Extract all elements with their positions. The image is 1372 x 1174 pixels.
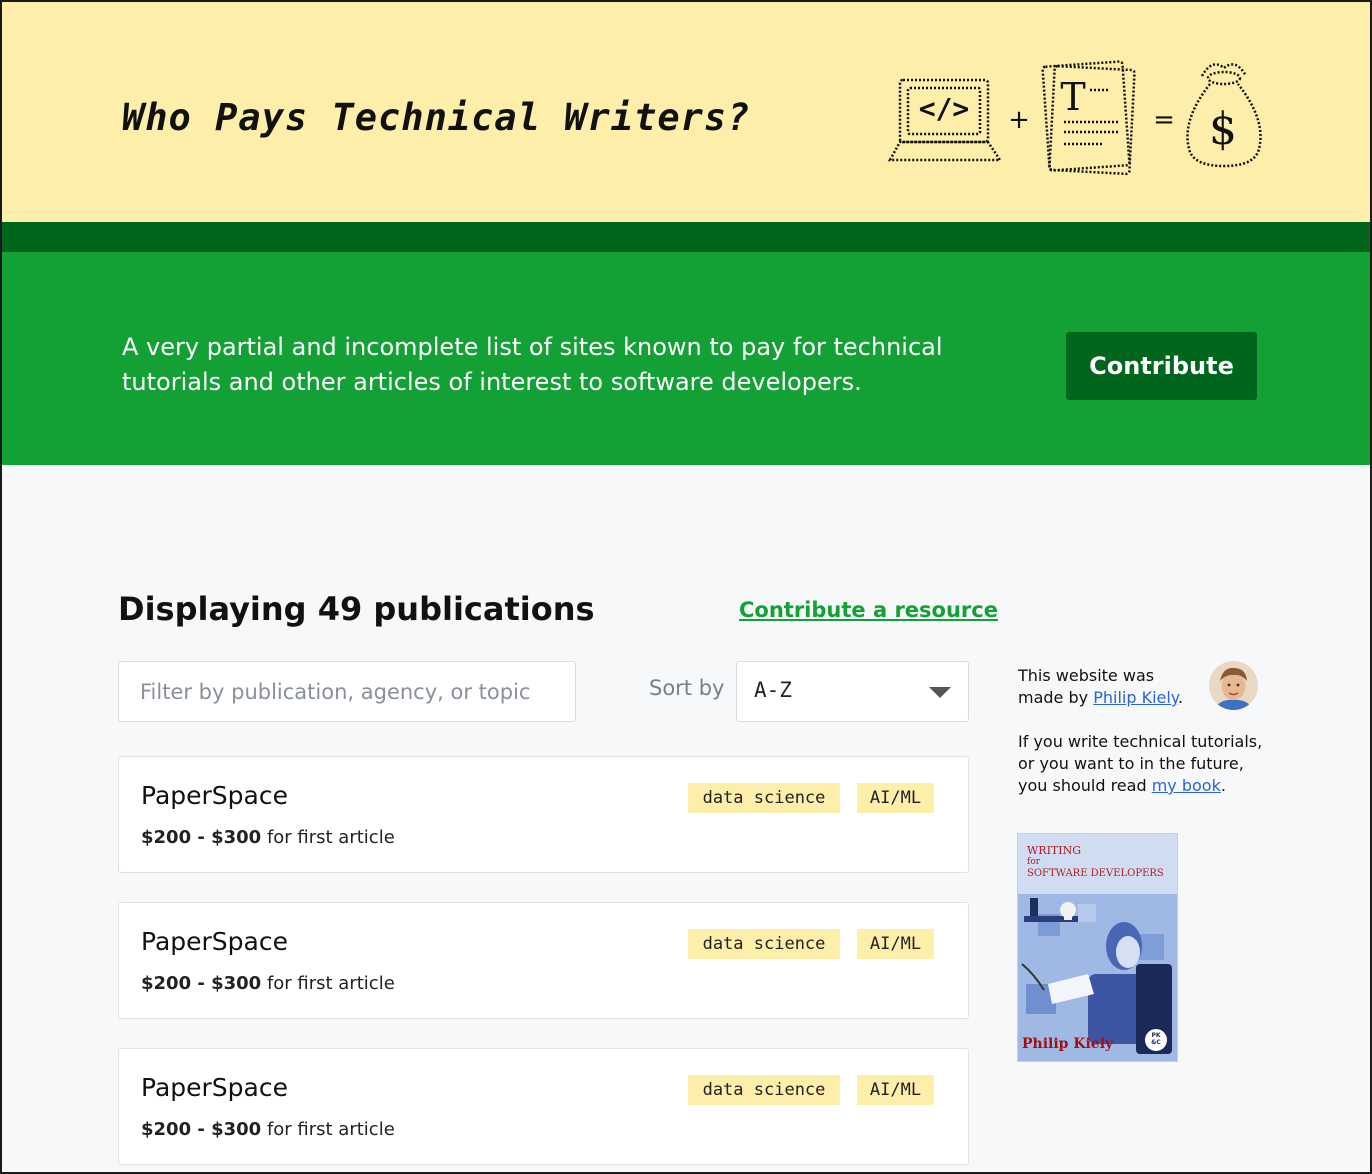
pay-range: $200 - $300: [141, 1119, 262, 1140]
hero-band: A very partial and incomplete list of si…: [2, 252, 1370, 465]
pay-range: $200 - $300: [141, 973, 262, 994]
publication-name: PaperSpace: [141, 781, 288, 810]
book-link[interactable]: my book: [1152, 776, 1221, 795]
publication-pay: $200 - $300 for first article: [141, 1119, 395, 1140]
hero-tagline: A very partial and incomplete list of si…: [122, 333, 943, 396]
avatar: [1209, 661, 1258, 710]
contribute-button[interactable]: Contribute: [1066, 332, 1257, 400]
topic-tag[interactable]: data science: [688, 783, 840, 813]
publication-name: PaperSpace: [141, 1073, 288, 1102]
publication-card[interactable]: PaperSpace $200 - $300 for first article…: [118, 756, 969, 873]
equals-sign: =: [1153, 105, 1175, 135]
book-author: Philip Kiely: [1022, 1036, 1114, 1052]
author-credit: This website was made by Philip Kiely.: [1018, 665, 1198, 709]
publisher-badge: PK &C: [1151, 1032, 1161, 1046]
dollar-sign: $: [1209, 104, 1237, 155]
chevron-down-icon: [929, 687, 951, 698]
contribute-resource-link[interactable]: Contribute a resource: [739, 598, 998, 622]
sort-selected-value: A-Z: [754, 678, 792, 702]
publication-name: PaperSpace: [141, 927, 288, 956]
publication-count-heading: Displaying 49 publications: [118, 590, 595, 628]
topic-tag[interactable]: AI/ML: [857, 1075, 934, 1105]
publication-pay: $200 - $300 for first article: [141, 827, 395, 848]
plus-sign: +: [1008, 105, 1030, 135]
laptop-plus-document-equals-money-illustration: </> + T = $: [887, 60, 1262, 176]
book-title-line-1: WRITING: [1027, 844, 1082, 857]
topic-tag[interactable]: data science: [688, 1075, 840, 1105]
topic-tag[interactable]: data science: [688, 929, 840, 959]
book-cover[interactable]: WRITING for SOFTWARE DEVELOPERS Philip K…: [1017, 833, 1178, 1062]
filter-input[interactable]: [118, 661, 576, 722]
book-recommendation-suffix: .: [1220, 776, 1226, 795]
pay-note: for first article: [266, 1119, 395, 1140]
book-recommendation: If you write technical tutorials, or you…: [1018, 731, 1268, 797]
sort-select[interactable]: A-Z: [736, 661, 969, 722]
divider-strip: [2, 222, 1370, 252]
book-title-line-2: for: [1027, 857, 1041, 867]
header-banner: Who Pays Technical Writers? </> + T = $: [2, 2, 1370, 222]
publication-pay: $200 - $300 for first article: [141, 973, 395, 994]
pay-range: $200 - $300: [141, 827, 262, 848]
author-link[interactable]: Philip Kiely: [1093, 688, 1178, 707]
author-credit-suffix: .: [1177, 688, 1184, 707]
document-letter: T: [1060, 75, 1085, 119]
pay-note: for first article: [266, 827, 395, 848]
publication-card[interactable]: PaperSpace $200 - $300 for first article…: [118, 902, 969, 1019]
sort-label: Sort by: [649, 676, 725, 700]
publication-card[interactable]: PaperSpace $200 - $300 for first article…: [118, 1048, 969, 1165]
site-title: Who Pays Technical Writers?: [122, 96, 751, 139]
code-icon: </>: [919, 92, 970, 125]
topic-tag[interactable]: AI/ML: [857, 929, 934, 959]
pay-note: for first article: [266, 973, 395, 994]
topic-tag[interactable]: AI/ML: [857, 783, 934, 813]
book-title-line-3: SOFTWARE DEVELOPERS: [1027, 868, 1164, 879]
document-icon: [1041, 60, 1136, 176]
